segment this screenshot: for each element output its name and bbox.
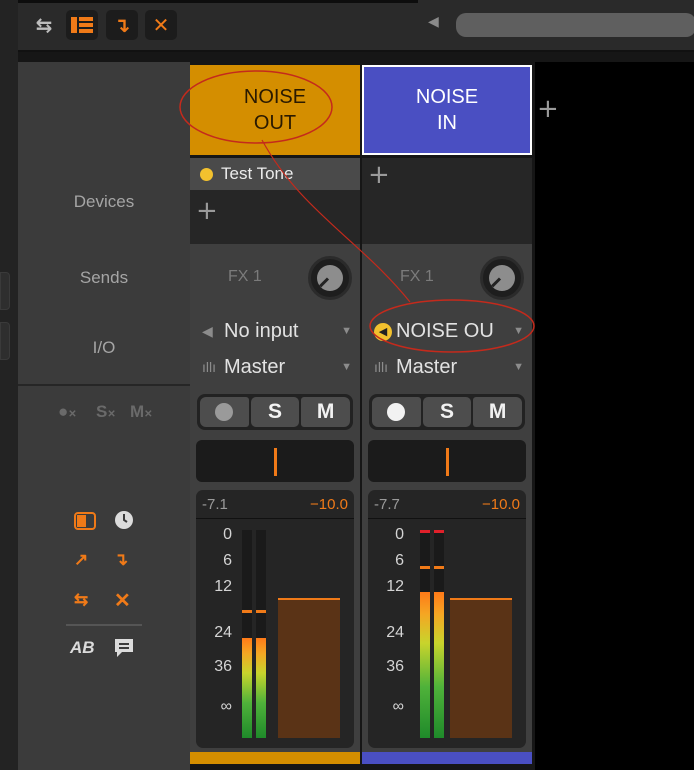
annotation-ellipse-target — [369, 299, 535, 353]
annotation-connector — [261, 139, 411, 303]
annotation-ellipse-source — [179, 70, 333, 144]
annotation-overlay — [179, 70, 535, 353]
